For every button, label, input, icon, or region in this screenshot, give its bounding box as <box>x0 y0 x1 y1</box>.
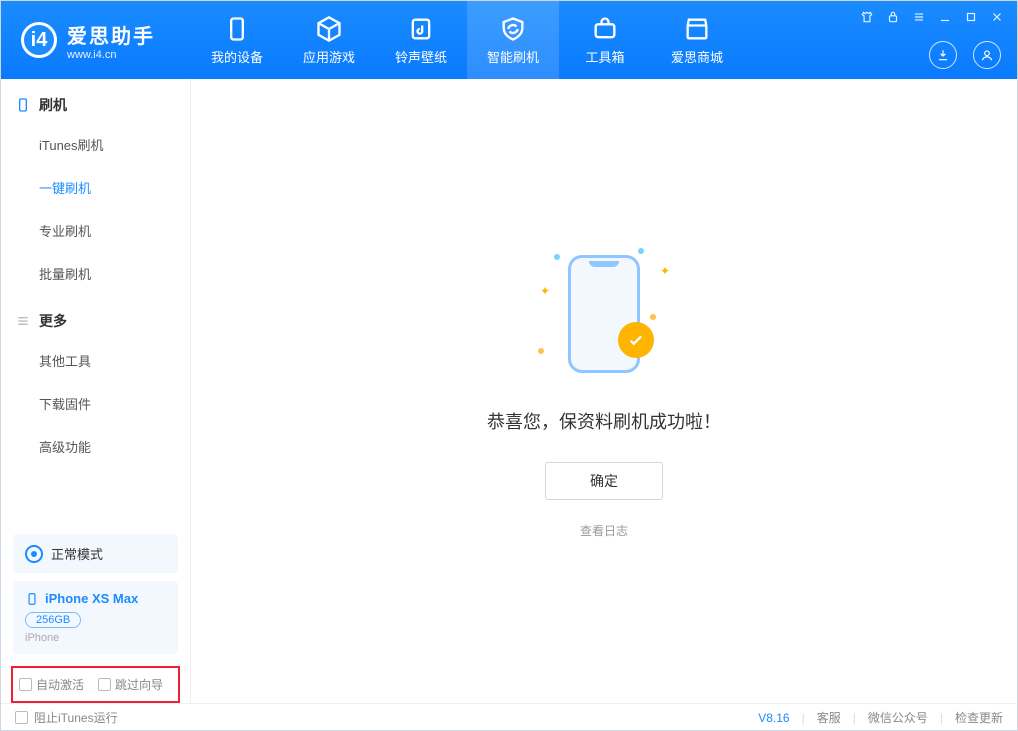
tab-label: 工具箱 <box>585 47 624 66</box>
checkmark-badge-icon <box>618 322 654 358</box>
close-icon[interactable] <box>989 9 1005 25</box>
header: i4 爱思助手 www.i4.cn 我的设备 应用游戏 铃声壁纸 智能刷机 工具… <box>1 1 1017 79</box>
success-message: 恭喜您，保资料刷机成功啦！ <box>487 408 721 434</box>
tab-label: 铃声壁纸 <box>395 47 447 66</box>
footer: 阻止iTunes运行 V8.16 | 客服 | 微信公众号 | 检查更新 <box>1 703 1017 731</box>
user-icon[interactable] <box>973 41 1001 69</box>
sidebar-group-flash: 刷机 <box>1 79 190 123</box>
device-sub: iPhone <box>25 632 166 644</box>
sidebar-item-advanced[interactable]: 高级功能 <box>1 425 190 468</box>
menu-icon[interactable] <box>911 9 927 25</box>
list-icon <box>15 313 31 329</box>
cube-icon <box>315 15 343 43</box>
check-update-link[interactable]: 检查更新 <box>955 709 1003 726</box>
tshirt-icon[interactable] <box>859 9 875 25</box>
maximize-icon[interactable] <box>963 9 979 25</box>
logo-url: www.i4.cn <box>67 49 155 61</box>
logo-cn: 爱思助手 <box>67 20 155 49</box>
tab-flash[interactable]: 智能刷机 <box>467 1 559 79</box>
tab-label: 应用游戏 <box>303 47 355 66</box>
sidebar-item-itunes-flash[interactable]: iTunes刷机 <box>1 123 190 166</box>
support-link[interactable]: 客服 <box>817 709 841 726</box>
toolbox-icon <box>591 15 619 43</box>
sidebar-group-more: 更多 <box>1 295 190 339</box>
tab-apps[interactable]: 应用游戏 <box>283 1 375 79</box>
version-label: V8.16 <box>758 711 789 725</box>
device-name: iPhone XS Max <box>25 591 166 606</box>
logo: i4 爱思助手 www.i4.cn <box>1 20 191 61</box>
mode-label: 正常模式 <box>51 544 103 563</box>
logo-text: 爱思助手 www.i4.cn <box>67 20 155 61</box>
mode-icon <box>25 545 43 563</box>
tab-toolbox[interactable]: 工具箱 <box>559 1 651 79</box>
minimize-icon[interactable] <box>937 9 953 25</box>
tabs: 我的设备 应用游戏 铃声壁纸 智能刷机 工具箱 爱思商城 <box>191 1 743 79</box>
tab-ringtones[interactable]: 铃声壁纸 <box>375 1 467 79</box>
window-controls <box>859 9 1005 25</box>
header-actions <box>929 41 1001 69</box>
phone-icon <box>223 15 251 43</box>
device-box[interactable]: iPhone XS Max 256GB iPhone <box>13 581 178 654</box>
checkbox-skip-guide[interactable]: 跳过向导 <box>98 676 163 693</box>
tab-label: 智能刷机 <box>487 47 539 66</box>
options-row: 自动激活 跳过向导 <box>11 666 180 703</box>
sidebar: 刷机 iTunes刷机 一键刷机 专业刷机 批量刷机 更多 其他工具 下载固件 … <box>1 79 191 703</box>
mode-box[interactable]: 正常模式 <box>13 534 178 573</box>
logo-icon: i4 <box>21 22 57 58</box>
ok-button[interactable]: 确定 <box>545 462 663 500</box>
device-capacity: 256GB <box>25 612 81 628</box>
wechat-link[interactable]: 微信公众号 <box>868 709 928 726</box>
success-illustration: ✦ ✦ <box>534 244 674 384</box>
sidebar-item-batch-flash[interactable]: 批量刷机 <box>1 252 190 295</box>
store-icon <box>683 15 711 43</box>
view-log-link[interactable]: 查看日志 <box>580 522 628 539</box>
sidebar-group-label: 更多 <box>39 311 67 331</box>
music-icon <box>407 15 435 43</box>
sidebar-item-oneclick-flash[interactable]: 一键刷机 <box>1 166 190 209</box>
tab-store[interactable]: 爱思商城 <box>651 1 743 79</box>
body: 刷机 iTunes刷机 一键刷机 专业刷机 批量刷机 更多 其他工具 下载固件 … <box>1 79 1017 703</box>
sidebar-item-download-fw[interactable]: 下载固件 <box>1 382 190 425</box>
sidebar-item-other-tools[interactable]: 其他工具 <box>1 339 190 382</box>
main-panel: ✦ ✦ 恭喜您，保资料刷机成功啦！ 确定 查看日志 <box>191 79 1017 703</box>
phone-small-icon <box>15 97 31 113</box>
sidebar-group-label: 刷机 <box>39 95 67 115</box>
refresh-shield-icon <box>499 15 527 43</box>
lock-icon[interactable] <box>885 9 901 25</box>
tab-my-device[interactable]: 我的设备 <box>191 1 283 79</box>
tab-label: 我的设备 <box>211 47 263 66</box>
sidebar-item-pro-flash[interactable]: 专业刷机 <box>1 209 190 252</box>
tab-label: 爱思商城 <box>671 47 723 66</box>
checkbox-block-itunes[interactable]: 阻止iTunes运行 <box>15 709 118 726</box>
checkbox-auto-activate[interactable]: 自动激活 <box>19 676 84 693</box>
download-icon[interactable] <box>929 41 957 69</box>
